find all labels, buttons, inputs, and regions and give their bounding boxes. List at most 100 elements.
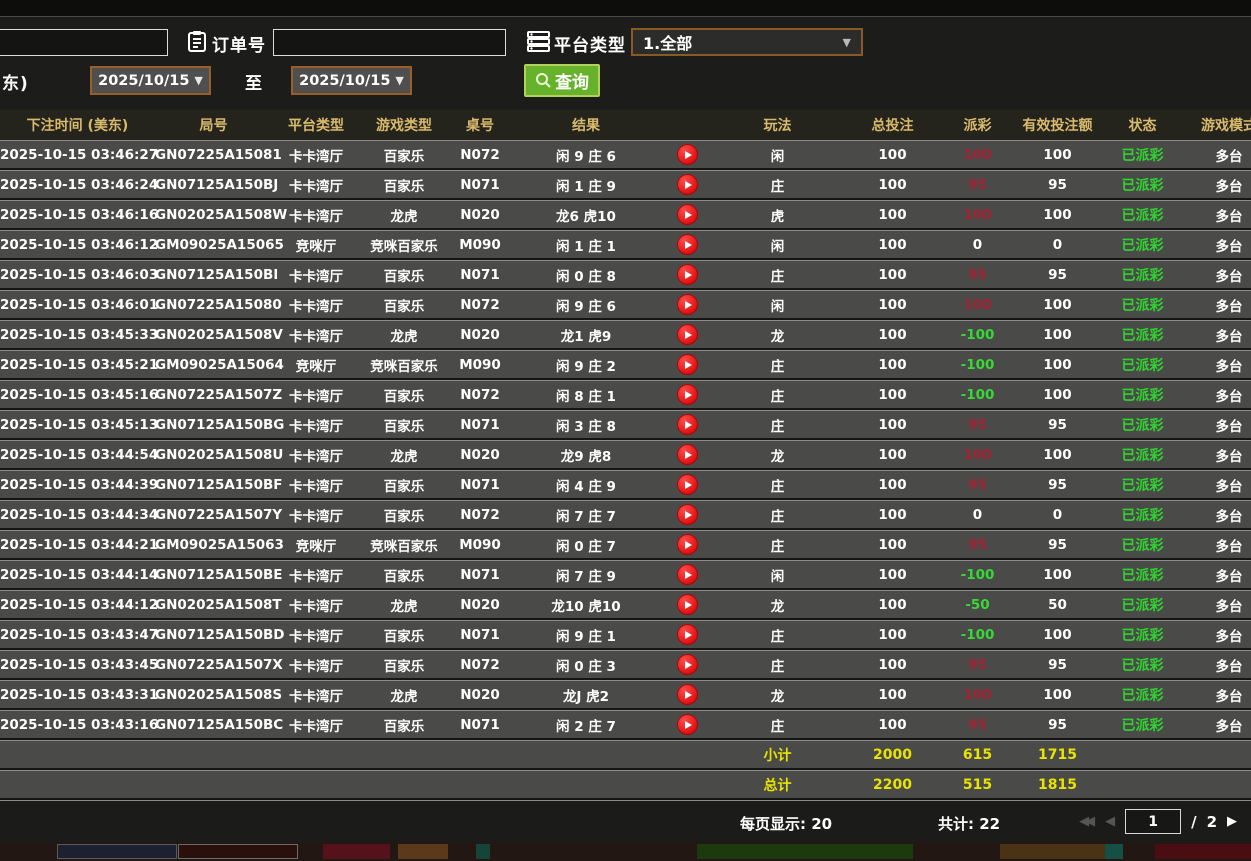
cell-status: 已派彩	[1105, 265, 1180, 285]
background-app-fragment	[476, 844, 490, 859]
play-video-icon[interactable]	[677, 534, 698, 555]
cell-platform: 卡卡湾厅	[272, 475, 360, 495]
play-video-icon[interactable]	[677, 474, 698, 495]
cell-bet-option: 庄	[715, 715, 840, 735]
cell-round-no: GN07225A15081	[155, 147, 272, 163]
keyword-input[interactable]	[0, 29, 168, 56]
platform-type-select[interactable]: 1.全部 ▼	[631, 28, 863, 56]
cell-round-no: GN02025A1508S	[155, 687, 272, 703]
play-video-icon[interactable]	[677, 174, 698, 195]
table-row: 2025-10-15 03:44:14GN07125A150BE卡卡湾厅百家乐N…	[0, 560, 1251, 588]
play-video-icon[interactable]	[677, 414, 698, 435]
cell-bet-time: 2025-10-15 03:46:12	[0, 237, 155, 253]
order-no-input[interactable]	[273, 29, 506, 56]
cell-total-bet: 100	[840, 657, 945, 673]
cell-game-type: 百家乐	[360, 715, 448, 735]
table-row: 2025-10-15 03:44:12GN02025A1508T卡卡湾厅龙虎N0…	[0, 590, 1251, 618]
cell-round-no: GN07125A150BI	[155, 267, 272, 283]
cell-game-mode: 多台	[1180, 175, 1251, 195]
play-video-icon[interactable]	[677, 654, 698, 675]
play-video-icon[interactable]	[677, 714, 698, 735]
play-video-icon[interactable]	[677, 204, 698, 225]
cell-bet-option: 庄	[715, 625, 840, 645]
cell-table-no: N071	[448, 717, 512, 733]
column-header: 有效投注额	[1010, 115, 1105, 135]
play-video-icon[interactable]	[677, 384, 698, 405]
cell-result: 龙6 虎10	[512, 205, 660, 225]
table-row: 2025-10-15 03:44:34GN07225A1507Y卡卡湾厅百家乐N…	[0, 500, 1251, 528]
table-header-row: 下注时间 (美东)局号平台类型游戏类型桌号结果玩法总投注派彩有效投注额状态游戏模…	[0, 110, 1251, 140]
cell-payout: -100	[945, 567, 1010, 583]
cell-result: 闲 9 庄 6	[512, 295, 660, 315]
play-video-icon[interactable]	[677, 624, 698, 645]
cell-result: 闲 8 庄 1	[512, 385, 660, 405]
cell-game-mode: 多台	[1180, 145, 1251, 165]
cell-table-no: N072	[448, 297, 512, 313]
cell-status: 已派彩	[1105, 685, 1180, 705]
play-video-icon[interactable]	[677, 144, 698, 165]
cell-bet-time: 2025-10-15 03:44:39	[0, 477, 155, 493]
cell-status: 已派彩	[1105, 175, 1180, 195]
prev-page-icon[interactable]: ◀	[1105, 814, 1115, 829]
cell-bet-time: 2025-10-15 03:45:33	[0, 327, 155, 343]
cell-game-type: 百家乐	[360, 415, 448, 435]
cell-game-mode: 多台	[1180, 445, 1251, 465]
cell-game-type: 百家乐	[360, 565, 448, 585]
play-video-icon[interactable]	[677, 354, 698, 375]
cell-bet-time: 2025-10-15 03:43:45	[0, 657, 155, 673]
date-to-select[interactable]: 2025/10/15 ▼	[291, 66, 412, 95]
next-page-icon[interactable]: ▶	[1227, 814, 1237, 829]
cell-table-no: N020	[448, 207, 512, 223]
column-header: 平台类型	[272, 115, 360, 135]
play-video-icon[interactable]	[677, 294, 698, 315]
cell-total-bet: 100	[840, 687, 945, 703]
cell-total-bet: 100	[840, 477, 945, 493]
cell-round-no: GN07225A1507Z	[155, 387, 272, 403]
cell-total-bet: 100	[840, 297, 945, 313]
background-app-fragment	[178, 844, 298, 859]
play-video-icon[interactable]	[677, 324, 698, 345]
cell-round-no: GN07125A150BG	[155, 417, 272, 433]
cell-bet-option: 闲	[715, 145, 840, 165]
cell-payout: 100	[945, 207, 1010, 223]
cell-round-no: GN07125A150BC	[155, 717, 272, 733]
cell-valid-bet: 100	[1010, 567, 1105, 583]
cell-platform: 卡卡湾厅	[272, 625, 360, 645]
column-header: 局号	[155, 115, 272, 135]
query-button[interactable]: 查询	[524, 64, 600, 97]
cell-game-type: 百家乐	[360, 625, 448, 645]
play-video-icon[interactable]	[677, 684, 698, 705]
query-button-label: 查询	[555, 68, 589, 93]
cell-game-type: 龙虎	[360, 685, 448, 705]
play-video-icon[interactable]	[677, 594, 698, 615]
cell-platform: 卡卡湾厅	[272, 655, 360, 675]
cell-total-bet: 100	[840, 387, 945, 403]
cell-round-no: GM09025A15064	[155, 357, 272, 373]
cell-game-mode: 多台	[1180, 475, 1251, 495]
cell-payout: 95	[945, 537, 1010, 553]
cell-payout: -100	[945, 627, 1010, 643]
page-number-input[interactable]	[1125, 809, 1181, 834]
play-video-icon[interactable]	[677, 264, 698, 285]
cell-video	[660, 174, 715, 195]
cell-bet-time: 2025-10-15 03:46:16	[0, 207, 155, 223]
column-header: 游戏类型	[360, 115, 448, 135]
cell-round-no: GN07125A150BD	[155, 627, 272, 643]
search-icon	[535, 72, 552, 89]
cell-total-bet: 100	[840, 507, 945, 523]
cell-table-no: N020	[448, 327, 512, 343]
table-row: 2025-10-15 03:43:47GN07125A150BD卡卡湾厅百家乐N…	[0, 620, 1251, 648]
cell-round-no: GN07125A150BE	[155, 567, 272, 583]
play-video-icon[interactable]	[677, 504, 698, 525]
cell-result: 龙1 虎9	[512, 325, 660, 345]
play-video-icon[interactable]	[677, 444, 698, 465]
subtotal-label: 小计	[715, 745, 840, 765]
chevron-down-icon: ▼	[395, 74, 403, 87]
play-video-icon[interactable]	[677, 564, 698, 585]
cell-game-mode: 多台	[1180, 205, 1251, 225]
first-page-icon[interactable]: ◀◀	[1079, 814, 1095, 829]
play-video-icon[interactable]	[677, 234, 698, 255]
date-from-select[interactable]: 2025/10/15 ▼	[90, 66, 211, 95]
cell-total-bet: 100	[840, 357, 945, 373]
background-app-fragment	[1155, 844, 1251, 859]
